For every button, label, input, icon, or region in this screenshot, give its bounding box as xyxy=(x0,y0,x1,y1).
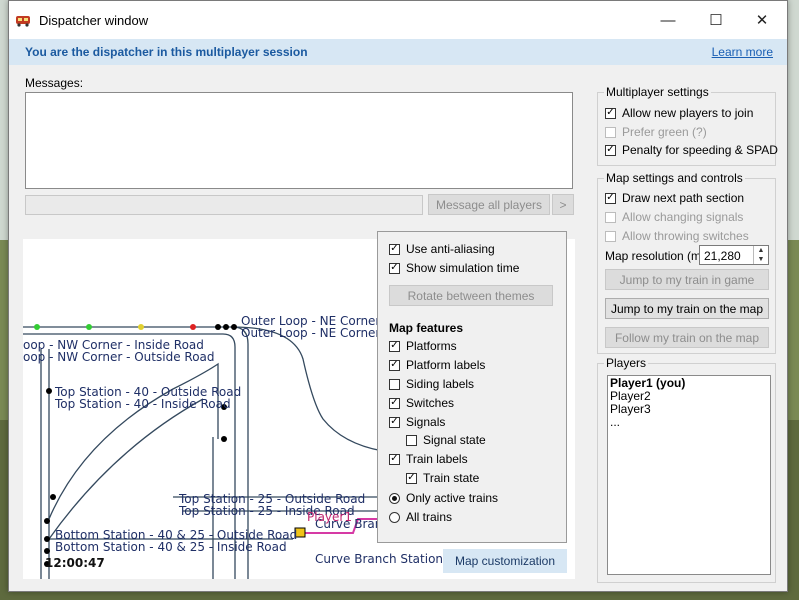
label-bottom-inside: Bottom Station - 40 & 25 - Inside Road xyxy=(55,540,287,554)
signal-green xyxy=(34,324,40,330)
dispatcher-window: Dispatcher window — ☐ ✕ You are the disp… xyxy=(8,0,788,592)
anti-aliasing-checkbox[interactable]: ✓ Use anti-aliasing xyxy=(389,241,495,257)
learn-more-link[interactable]: Learn more xyxy=(712,45,773,59)
jump-to-train-game-button[interactable]: Jump to my train in game xyxy=(605,269,769,290)
players-title: Players xyxy=(604,356,649,370)
show-sim-time-checkbox[interactable]: ✓ Show simulation time xyxy=(389,260,519,276)
switches-checkbox[interactable]: ✓ Switches xyxy=(389,395,454,411)
list-item[interactable]: Player3 xyxy=(608,403,770,416)
switch-node xyxy=(46,388,52,394)
check-icon: ✓ xyxy=(389,262,400,274)
player-train-label: Player1 xyxy=(307,510,352,524)
info-bar: You are the dispatcher in this multiplay… xyxy=(9,39,787,65)
dispatcher-info-text: You are the dispatcher in this multiplay… xyxy=(25,45,308,59)
only-active-trains-radio[interactable]: Only active trains xyxy=(389,490,498,506)
messages-textbox[interactable] xyxy=(25,92,573,189)
track-line xyxy=(232,326,384,452)
multiplayer-settings-title: Multiplayer settings xyxy=(604,85,711,99)
title-bar: Dispatcher window — ☐ ✕ xyxy=(9,1,787,39)
jump-to-train-map-button[interactable]: Jump to my train on the map xyxy=(605,298,769,319)
map-features-title: Map features xyxy=(389,321,464,335)
message-input[interactable] xyxy=(25,195,423,215)
window-title: Dispatcher window xyxy=(39,13,149,28)
check-icon: ✓ xyxy=(389,243,400,255)
map-resolution-label: Map resolution (m): xyxy=(605,249,709,263)
signals-checkbox[interactable]: ✓ Signals xyxy=(389,414,445,430)
label-nw-outside: oop - NW Corner - Outside Road xyxy=(23,350,215,364)
map-settings-title: Map settings and controls xyxy=(604,171,745,185)
check-icon: ✓ xyxy=(389,397,400,409)
check-icon: ✓ xyxy=(389,416,400,428)
train-state-checkbox[interactable]: ✓ Train state xyxy=(406,470,479,486)
platforms-checkbox[interactable]: ✓ Platforms xyxy=(389,338,457,354)
allow-throwing-switches-checkbox[interactable]: Allow throwing switches xyxy=(605,228,749,244)
maximize-icon: ☐ xyxy=(709,12,723,29)
train-labels-checkbox[interactable]: ✓ Train labels xyxy=(389,451,468,467)
switch-node xyxy=(215,324,221,330)
train-app-icon xyxy=(16,16,30,27)
minimize-icon: — xyxy=(660,11,676,29)
switch-node xyxy=(50,494,56,500)
maximize-button[interactable]: ☐ xyxy=(693,5,739,35)
check-icon: ✓ xyxy=(406,472,417,484)
rotate-themes-button[interactable]: Rotate between themes xyxy=(389,285,553,306)
prefer-green-checkbox[interactable]: Prefer green (?) xyxy=(605,124,707,140)
check-icon: ✓ xyxy=(605,144,616,156)
switch-node xyxy=(223,324,229,330)
check-icon: ✓ xyxy=(389,359,400,371)
check-icon: ✓ xyxy=(389,340,400,352)
switch-node xyxy=(44,548,50,554)
signal-yellow xyxy=(138,324,144,330)
spin-arrows-icon[interactable]: ▲ ▼ xyxy=(753,246,768,264)
simulation-clock: 12:00:47 xyxy=(45,556,105,570)
platform-labels-checkbox[interactable]: ✓ Platform labels xyxy=(389,357,485,373)
siding-labels-checkbox[interactable]: Siding labels xyxy=(389,376,474,392)
all-trains-radio[interactable]: All trains xyxy=(389,509,452,525)
penalty-checkbox[interactable]: ✓ Penalty for speeding & SPAD xyxy=(605,142,778,158)
signal-green xyxy=(86,324,92,330)
message-all-players-button[interactable]: Message all players xyxy=(428,194,550,215)
close-button[interactable]: ✕ xyxy=(739,5,785,35)
map-resolution-stepper[interactable]: 21,280 ▲ ▼ xyxy=(699,245,769,265)
check-icon: ✓ xyxy=(389,453,400,465)
map-options-panel: ✓ Use anti-aliasing ✓ Show simulation time… xyxy=(377,231,567,543)
draw-next-path-checkbox[interactable]: ✓ Draw next path section xyxy=(605,190,744,206)
map-customization-button[interactable]: Map customization xyxy=(443,549,567,573)
allow-changing-signals-checkbox[interactable]: Allow changing signals xyxy=(605,209,743,225)
switch-node xyxy=(231,324,237,330)
messages-label: Messages: xyxy=(25,76,84,90)
close-icon: ✕ xyxy=(755,12,769,29)
label-curve-branch-station: Curve Branch Station - I xyxy=(315,552,459,566)
check-icon: ✓ xyxy=(605,192,616,204)
switch-node xyxy=(221,436,227,442)
list-item[interactable]: ... xyxy=(608,416,770,429)
follow-train-map-button[interactable]: Follow my train on the map xyxy=(605,327,769,348)
signal-red xyxy=(190,324,196,330)
label-outer-ne-2: Outer Loop - NE Corner xyxy=(241,326,380,340)
signal-state-checkbox[interactable]: Signal state xyxy=(406,432,486,448)
minimize-button[interactable]: — xyxy=(645,5,691,35)
switch-node xyxy=(44,536,50,542)
allow-join-checkbox[interactable]: ✓ Allow new players to join xyxy=(605,105,753,121)
players-list[interactable]: Player1 (you) Player2 Player3 ... xyxy=(607,375,771,575)
message-next-button[interactable]: > xyxy=(552,194,574,215)
label-top40-inside: Top Station - 40 - Inside Road xyxy=(54,397,231,411)
check-icon: ✓ xyxy=(605,107,616,119)
switch-node xyxy=(44,518,50,524)
